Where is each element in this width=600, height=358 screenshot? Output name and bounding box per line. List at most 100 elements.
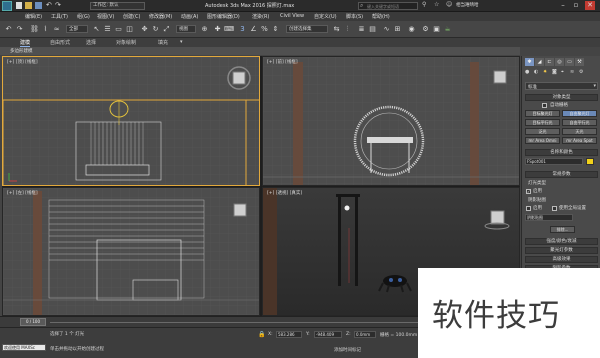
lock-icon[interactable]: 🔒 xyxy=(258,331,265,338)
menu-help[interactable]: 帮助(H) xyxy=(372,13,390,20)
link-icon[interactable]: ⛓ xyxy=(30,24,39,34)
named-selection-set-dropdown[interactable]: 创建选择集 xyxy=(286,25,328,33)
reference-coord-dropdown[interactable]: 视图 xyxy=(176,25,196,33)
spinner-snap-icon[interactable]: ⇕ xyxy=(271,24,280,34)
cameras-category-icon[interactable]: ◙ xyxy=(552,69,557,75)
menu-tools[interactable]: 工具(T) xyxy=(51,13,68,20)
viewcube-left[interactable] xyxy=(233,203,247,217)
keyboard-shortcut-icon[interactable]: ⌨ xyxy=(224,24,234,34)
tab-freeform[interactable]: 自由形式 xyxy=(50,39,70,46)
viewport-front-label[interactable]: [+] [前] [线框] xyxy=(267,59,298,65)
user-name[interactable]: 相当难晴哈 xyxy=(456,2,479,8)
z-coordinate-field[interactable]: 0.0mm xyxy=(354,331,376,338)
menu-edit[interactable]: 编辑(E) xyxy=(25,13,42,20)
systems-category-icon[interactable]: ⚙ xyxy=(579,69,583,75)
menu-modifiers[interactable]: 修改器(M) xyxy=(149,13,172,20)
menu-rendering[interactable]: 渲染(R) xyxy=(252,13,269,20)
menu-group[interactable]: 组(G) xyxy=(77,13,90,20)
select-by-name-icon[interactable]: ☰ xyxy=(103,24,112,34)
tab-object-paint[interactable]: 对象绘制 xyxy=(116,39,136,46)
maxscript-listener[interactable]: 欢迎使用 MAXSc xyxy=(2,344,46,351)
selection-filter-dropdown[interactable]: 全部 xyxy=(66,25,88,33)
intensity-rollout[interactable]: 强度/颜色/衰减 xyxy=(525,238,598,245)
render-icon[interactable]: ☕ xyxy=(443,24,452,34)
general-params-rollout[interactable]: 常规参数 xyxy=(525,171,598,178)
lights-category-icon[interactable]: ✷ xyxy=(543,69,547,75)
pivot-icon[interactable]: ⊕ xyxy=(200,24,209,34)
add-time-tag[interactable]: 添加时间标记 xyxy=(334,347,361,353)
curve-editor-icon[interactable]: ∿ xyxy=(382,24,391,34)
hierarchy-tab-icon[interactable]: ⊏ xyxy=(545,58,554,66)
angle-snap-icon[interactable]: ∠ xyxy=(249,24,258,34)
helpers-category-icon[interactable]: ⌖ xyxy=(561,69,564,75)
menu-civil-view[interactable]: Civil View xyxy=(280,13,304,19)
viewport-top[interactable]: [+] [顶] [线框] xyxy=(2,56,260,186)
x-coordinate-field[interactable]: 583.286 xyxy=(276,331,302,338)
tab-populate[interactable]: 填充 xyxy=(158,39,168,46)
auto-grid-checkbox[interactable] xyxy=(542,103,547,108)
app-logo-icon[interactable] xyxy=(2,1,12,11)
omni-button[interactable]: 泛光 xyxy=(525,128,560,135)
object-type-rollout[interactable]: 对象类型 xyxy=(525,94,598,101)
graphite-icon[interactable]: ▤ xyxy=(368,24,377,34)
move-icon[interactable]: ✥ xyxy=(140,24,149,34)
select-object-icon[interactable]: ↖ xyxy=(92,24,101,34)
undo-icon[interactable]: ↶ xyxy=(46,1,52,9)
bind-space-warp-icon[interactable]: ≈ xyxy=(52,24,61,34)
light-type-dropdown[interactable]: 标准 ▾ xyxy=(525,82,598,90)
create-tab-icon[interactable]: ✱ xyxy=(525,58,534,66)
menu-scripting[interactable]: 脚本(S) xyxy=(346,13,363,20)
shadow-enabled-checkbox[interactable] xyxy=(526,206,531,211)
advanced-effects-rollout[interactable]: 高级效果 xyxy=(525,256,598,263)
exclude-button[interactable]: 排除... xyxy=(550,226,575,233)
shapes-category-icon[interactable]: ◐ xyxy=(534,69,538,75)
percent-snap-icon[interactable]: % xyxy=(260,24,269,34)
viewcube-front[interactable] xyxy=(493,70,507,84)
time-slider-thumb[interactable]: 0 / 100 xyxy=(20,318,46,326)
search-input[interactable]: ⌕ 键入关键字或短语 xyxy=(358,2,418,10)
undo-tool-icon[interactable]: ↶ xyxy=(4,24,13,34)
quick-access-open-icon[interactable] xyxy=(25,2,32,9)
spotlight-params-rollout[interactable]: 聚光灯参数 xyxy=(525,247,598,254)
menu-animation[interactable]: 动画(A) xyxy=(181,13,198,20)
material-editor-icon[interactable]: ◉ xyxy=(407,24,416,34)
viewport-front[interactable]: [+] [前] [线框] xyxy=(262,56,520,186)
menu-graph-editors[interactable]: 图形编辑器(D) xyxy=(207,13,240,20)
utilities-tab-icon[interactable]: ⚒ xyxy=(575,58,584,66)
redo-icon[interactable]: ↷ xyxy=(55,1,61,9)
scale-icon[interactable]: ⤢ xyxy=(162,24,171,34)
menu-create[interactable]: 创建(C) xyxy=(123,13,140,20)
tab-modeling[interactable]: 建模 xyxy=(20,39,31,47)
object-name-field[interactable]: FSpot001 xyxy=(525,158,583,165)
shadow-type-dropdown[interactable]: 阴影贴图 xyxy=(525,214,573,221)
y-coordinate-field[interactable]: -948.409 xyxy=(314,331,342,338)
light-enabled-checkbox[interactable]: ✓ xyxy=(526,189,531,194)
menu-customize[interactable]: 自定义(U) xyxy=(314,13,337,20)
skylight-button[interactable]: 天光 xyxy=(562,128,597,135)
geometry-category-icon[interactable]: ● xyxy=(525,69,529,75)
viewport-top-label[interactable]: [+] [顶] [线框] xyxy=(7,59,38,65)
star-icon[interactable]: ☆ xyxy=(434,1,439,8)
viewcube-perspective[interactable] xyxy=(484,210,510,230)
rendered-frame-icon[interactable]: ▣ xyxy=(432,24,441,34)
display-tab-icon[interactable]: ▭ xyxy=(565,58,574,66)
unlink-icon[interactable]: ⌇ xyxy=(41,24,50,34)
motion-tab-icon[interactable]: ◎ xyxy=(555,58,564,66)
render-setup-icon[interactable]: ⚙ xyxy=(421,24,430,34)
ribbon-options-icon[interactable]: ▾ xyxy=(180,39,183,45)
name-color-rollout[interactable]: 名称和颜色 xyxy=(525,149,598,156)
free-direct-button[interactable]: 自由平行光 xyxy=(562,119,597,126)
target-spot-button[interactable]: 目标聚光灯 xyxy=(525,110,560,117)
mr-area-omni-button[interactable]: mr Area Omni xyxy=(525,137,560,144)
redo-tool-icon[interactable]: ↷ xyxy=(15,24,24,34)
modify-tab-icon[interactable]: ◢ xyxy=(535,58,544,66)
close-button[interactable]: ✕ xyxy=(585,1,595,10)
viewport-perspective-label[interactable]: [+] [透视] [真实] xyxy=(267,190,302,196)
user-icon[interactable]: ☺ xyxy=(446,1,452,8)
window-crossing-icon[interactable]: ◫ xyxy=(125,24,134,34)
viewport-left-label[interactable]: [+] [左] [线框] xyxy=(7,190,38,196)
spacewarps-category-icon[interactable]: ≋ xyxy=(570,69,574,75)
align-icon[interactable]: ⫶ xyxy=(343,24,352,34)
manipulate-icon[interactable]: ✚ xyxy=(213,24,222,34)
use-global-checkbox[interactable] xyxy=(552,206,557,211)
